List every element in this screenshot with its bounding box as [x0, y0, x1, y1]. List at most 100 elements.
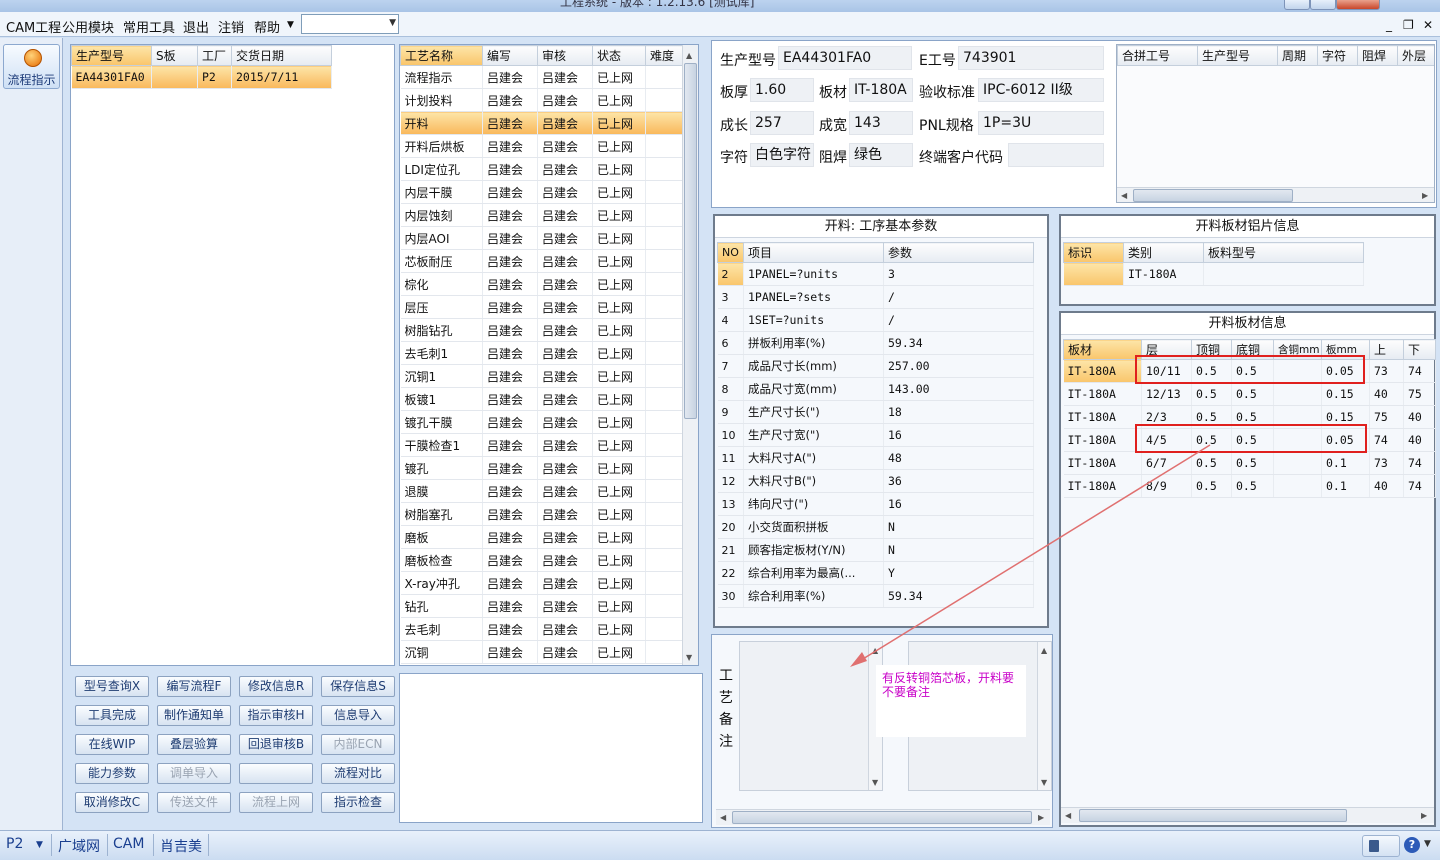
chevron-down-icon[interactable]: ▼ — [1424, 839, 1431, 849]
action-button[interactable]: 修改信息R — [239, 676, 313, 697]
standard-field[interactable]: IPC-6012 II级 — [978, 78, 1104, 102]
col-process-name[interactable]: 工艺名称 — [400, 45, 483, 66]
table-row[interactable]: 内层干膜 吕建会 吕建会 已上网 — [400, 180, 683, 204]
table-row[interactable]: X-ray冲孔 吕建会 吕建会 已上网 — [400, 571, 683, 595]
table-row[interactable]: 树脂钻孔 吕建会 吕建会 已上网 — [400, 318, 683, 342]
action-button[interactable]: 型号查询X — [75, 676, 149, 697]
action-button[interactable]: 指示审核H — [239, 705, 313, 726]
factory-selector[interactable]: P2 — [6, 836, 23, 852]
char-field[interactable]: 白色字符 — [750, 143, 814, 167]
material-col-header[interactable]: 上 — [1369, 339, 1404, 360]
col-reviewer[interactable]: 审核 — [537, 45, 593, 66]
scroll-down-icon[interactable]: ▼ — [872, 778, 878, 787]
action-button[interactable]: 指示检查 — [321, 792, 395, 813]
model-field[interactable]: EA44301FA0 — [778, 46, 912, 70]
eng-field[interactable]: 743901 — [958, 46, 1104, 70]
col-difficulty[interactable]: 难度 — [645, 45, 683, 66]
pnl-field[interactable]: 1P=3U — [978, 111, 1104, 135]
action-button[interactable]: 信息导入 — [321, 705, 395, 726]
action-button[interactable]: 在线WIP — [75, 734, 149, 755]
menu-tools[interactable]: 常用工具 — [123, 17, 175, 36]
action-button[interactable]: 流程对比 — [321, 763, 395, 784]
action-button[interactable]: 传送文件 — [157, 792, 231, 813]
table-row[interactable]: 8 成品尺寸宽(mm) 143.00 — [717, 377, 1034, 401]
scroll-left-icon[interactable]: ◀ — [1121, 191, 1127, 200]
table-row[interactable]: 板镀1 吕建会 吕建会 已上网 — [400, 387, 683, 411]
merge-hscroll[interactable]: ◀ ▶ — [1117, 187, 1434, 202]
menu-exit[interactable]: 退出 — [183, 17, 209, 36]
action-button[interactable]: 调单导入 — [157, 763, 231, 784]
col-category[interactable]: 类别 — [1123, 242, 1204, 263]
table-row[interactable]: 镀孔 吕建会 吕建会 已上网 — [400, 456, 683, 480]
table-row[interactable]: EA44301FA0 P2 2015/7/11 — [71, 65, 332, 89]
merge-col-header[interactable]: 生产型号 — [1197, 45, 1278, 66]
menu-overflow-icon[interactable]: ▼ — [287, 20, 294, 30]
merge-col-header[interactable]: 周期 — [1277, 45, 1318, 66]
table-row[interactable]: 流程指示 吕建会 吕建会 已上网 — [400, 65, 683, 89]
action-button[interactable]: 保存信息S — [321, 676, 395, 697]
table-row[interactable]: 内层蚀刻 吕建会 吕建会 已上网 — [400, 203, 683, 227]
table-row[interactable]: 磨板 吕建会 吕建会 已上网 — [400, 525, 683, 549]
table-row[interactable]: 层压 吕建会 吕建会 已上网 — [400, 295, 683, 319]
col-sheet-model[interactable]: 板料型号 — [1203, 242, 1364, 263]
width-field[interactable]: 143 — [849, 111, 913, 135]
scroll-thumb[interactable] — [732, 811, 1032, 824]
chevron-down-icon[interactable]: ▼ — [36, 840, 43, 850]
action-button[interactable]: 能力参数 — [75, 763, 149, 784]
col-author[interactable]: 编写 — [482, 45, 538, 66]
minimize-button[interactable] — [1284, 0, 1310, 10]
table-row[interactable]: 开料后烘板 吕建会 吕建会 已上网 — [400, 134, 683, 158]
scroll-right-icon[interactable]: ▶ — [1421, 811, 1427, 820]
action-button[interactable]: 编写流程F — [157, 676, 231, 697]
scroll-right-icon[interactable]: ▶ — [1038, 813, 1044, 822]
action-button[interactable]: 取消修改C — [75, 792, 149, 813]
action-button[interactable]: 制作通知单 — [157, 705, 231, 726]
mdi-close-icon[interactable]: ✕ — [1423, 18, 1433, 32]
table-row[interactable]: 3 1PANEL=?sets / — [717, 285, 1034, 309]
col-model[interactable]: 生产型号 — [71, 45, 152, 66]
merge-col-header[interactable]: 合拼工号 — [1117, 45, 1198, 66]
action-button[interactable]: 内部ECN — [321, 734, 395, 755]
scroll-thumb[interactable] — [684, 63, 697, 419]
table-row[interactable]: 7 成品尺寸长(mm) 257.00 — [717, 354, 1034, 378]
scroll-down-icon[interactable]: ▼ — [1041, 778, 1047, 787]
merge-col-header[interactable]: 字符 — [1317, 45, 1358, 66]
menu-combo[interactable]: ▼ — [301, 14, 399, 34]
action-button[interactable]: 回退审核B — [239, 734, 313, 755]
customer-field[interactable] — [1008, 143, 1104, 167]
merge-col-header[interactable]: 阻焊 — [1357, 45, 1398, 66]
maximize-button[interactable] — [1310, 0, 1336, 10]
table-row[interactable]: 9 生产尺寸长(") 18 — [717, 400, 1034, 424]
col-factory[interactable]: 工厂 — [197, 45, 232, 66]
merge-col-header[interactable]: 外层 — [1397, 45, 1434, 66]
table-row[interactable]: 计划投料 吕建会 吕建会 已上网 — [400, 88, 683, 112]
scroll-down-icon[interactable]: ▼ — [686, 653, 692, 662]
close-button[interactable] — [1336, 0, 1380, 10]
scroll-up-icon[interactable]: ▲ — [686, 51, 692, 60]
col-item[interactable]: 项目 — [743, 242, 884, 263]
material-col-header[interactable]: 板材 — [1063, 339, 1142, 360]
col-no[interactable]: NO — [717, 242, 744, 263]
table-row[interactable]: 镀孔干膜 吕建会 吕建会 已上网 — [400, 410, 683, 434]
action-button[interactable] — [239, 763, 313, 784]
scroll-thumb[interactable] — [1079, 809, 1347, 822]
table-row[interactable]: 磨板检查 吕建会 吕建会 已上网 — [400, 548, 683, 572]
mdi-restore-icon[interactable]: ❐ — [1403, 18, 1414, 32]
table-row[interactable]: 干膜检查1 吕建会 吕建会 已上网 — [400, 433, 683, 457]
col-delivery-date[interactable]: 交货日期 — [231, 45, 332, 66]
process-vscroll[interactable]: ▲ ▼ — [682, 45, 698, 665]
col-param[interactable]: 参数 — [883, 242, 1034, 263]
menu-logout[interactable]: 注销 — [218, 17, 244, 36]
table-row[interactable]: 沉铜1 吕建会 吕建会 已上网 — [400, 364, 683, 388]
table-row[interactable]: 6 拼板利用率(%) 59.34 — [717, 331, 1034, 355]
table-row[interactable]: 4 1SET=?units / — [717, 308, 1034, 332]
help-icon[interactable]: ? — [1404, 837, 1420, 853]
action-button[interactable]: 工具完成 — [75, 705, 149, 726]
table-row[interactable]: 树脂塞孔 吕建会 吕建会 已上网 — [400, 502, 683, 526]
thickness-field[interactable]: 1.60 — [750, 78, 814, 102]
table-row[interactable]: 棕化 吕建会 吕建会 已上网 — [400, 272, 683, 296]
col-mark[interactable]: 标识 — [1063, 242, 1124, 263]
material-field[interactable]: IT-180A — [849, 78, 913, 102]
menu-cam[interactable]: CAM工程 — [6, 17, 61, 36]
scroll-left-icon[interactable]: ◀ — [720, 813, 726, 822]
